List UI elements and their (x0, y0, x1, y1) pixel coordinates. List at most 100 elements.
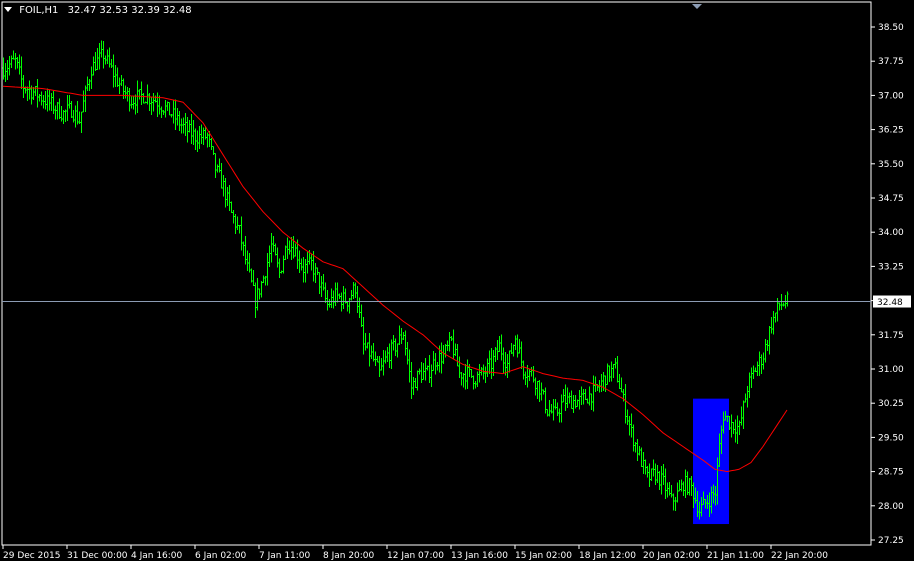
ohlc-bar (164, 99, 167, 118)
ohlc-bar (652, 459, 655, 477)
y-tick-label: 28.75 (878, 468, 904, 478)
ohlc-bar (234, 214, 237, 235)
ohlc-bar (338, 293, 341, 299)
ohlc-bar (80, 111, 83, 133)
ohlc-bar (326, 289, 329, 311)
ohlc-bar (220, 163, 223, 189)
ohlc-bar (738, 420, 741, 435)
price-chart[interactable]: 38.50 37.75 37.00 36.25 35.50 34.75 34.00 33.25… (0, 0, 914, 561)
ohlc-bar (412, 376, 415, 396)
ohlc-bar (110, 59, 113, 69)
ohlc-bar (746, 385, 749, 408)
ohlc-bar (572, 395, 575, 414)
ohlc-bar (306, 252, 309, 274)
symbol-label: FOIL,H1 (19, 5, 59, 16)
ohlc-bar (418, 368, 421, 375)
ohlc-bar (316, 267, 319, 276)
ohlc-bar (4, 63, 7, 83)
ohlc-bar (84, 85, 87, 112)
ohlc-bar (320, 275, 323, 297)
chart-window[interactable]: 38.50 37.75 37.00 36.25 35.50 34.75 34.00 33.25… (0, 0, 914, 561)
dropdown-triangle-icon[interactable] (4, 7, 12, 12)
ohlc-bar (342, 285, 345, 309)
ohlc-bar (640, 447, 643, 468)
ohlc-bar (362, 317, 365, 355)
ohlc-bar (456, 343, 459, 367)
ohlc-bar (224, 177, 227, 208)
y-tick-label: 30.25 (878, 399, 904, 409)
ohlc-bar (378, 355, 381, 377)
ohlc-bar (366, 342, 369, 349)
ohlc-bar (508, 350, 511, 373)
ohlc-bar (260, 280, 263, 298)
x-tick-label: 31 Dec 00:00 (67, 551, 128, 561)
ohlc-bar (214, 153, 217, 178)
ohlc-bar (322, 273, 325, 291)
ohlc-bar (750, 367, 753, 389)
ohlc-bar (528, 369, 531, 382)
ohlc-bar (394, 338, 397, 357)
ohlc-bar (514, 335, 517, 350)
x-tick-label: 12 Jan 07:00 (387, 551, 444, 561)
ohlc-bar (512, 344, 515, 357)
ohlc-bar (546, 409, 549, 417)
ohlc-bar (100, 40, 103, 58)
ohlc-bar (228, 185, 231, 212)
y-tick-label: 29.50 (878, 433, 904, 443)
ohlc-bar (20, 56, 23, 90)
current-price-tag-label: 32.48 (877, 298, 903, 308)
ohlc-bar (740, 406, 743, 426)
y-tick-label: 34.75 (878, 194, 904, 204)
ohlc-bar (690, 475, 693, 497)
ohlc-bar (276, 247, 279, 268)
ohlc-bar (786, 291, 789, 307)
ohlc-bar (332, 290, 335, 309)
y-tick-label: 38.50 (878, 23, 904, 33)
ohlc-bar (590, 393, 593, 410)
ohlc-bar (684, 469, 687, 498)
ohlc-bar (764, 338, 767, 363)
ohlc-bar (516, 334, 519, 358)
x-tick-label: 13 Jan 16:00 (451, 551, 508, 561)
ohlc-bar (330, 288, 333, 309)
ohlc-bar (128, 87, 131, 112)
ohlc-bar (122, 78, 125, 100)
ohlc-bar (650, 468, 653, 482)
ohlc-bar (14, 52, 17, 70)
ohlc-bar (434, 352, 437, 375)
ohlc-bar (654, 463, 657, 486)
ohlc-bar (156, 92, 159, 118)
ohlc-bar (620, 377, 623, 393)
ohlc-bar (324, 282, 327, 303)
ohlc-bar (262, 275, 265, 284)
ohlc-bar (466, 359, 469, 389)
ohlc-bar (422, 362, 425, 380)
ohlc-bar (634, 442, 637, 453)
ohlc-bar (222, 174, 225, 197)
ohlc-bar (238, 224, 241, 234)
ohlc-bar (2, 57, 5, 80)
ohlc-bar (606, 363, 609, 385)
ohlc-bar (190, 114, 193, 144)
ohlc-bar (630, 413, 633, 438)
ohlc-bar (104, 55, 107, 65)
ohlc-bar (16, 56, 19, 69)
ohlc-bar (424, 357, 427, 381)
ohlc-bar (372, 342, 375, 362)
ohlc-bar (426, 365, 429, 371)
chart-header: FOIL,H1 32.47 32.53 32.39 32.48 (4, 5, 192, 16)
x-tick-label: 29 Dec 2015 (3, 551, 61, 561)
ohlc-bar (582, 388, 585, 405)
ohlc-bar (552, 399, 555, 421)
ohlc-bar (430, 364, 433, 388)
ohlc-bar (288, 240, 291, 255)
ohlc-bar (26, 86, 29, 101)
ohlc-bar (662, 464, 665, 485)
ohlc-bar (636, 439, 639, 462)
ohlc-bar (348, 298, 351, 314)
ohlc-bar (334, 282, 337, 306)
ohlc-bar (632, 424, 635, 452)
ohlc-bar (278, 258, 281, 279)
ohlc-bar (500, 334, 503, 361)
ohlc-bar (486, 358, 489, 377)
